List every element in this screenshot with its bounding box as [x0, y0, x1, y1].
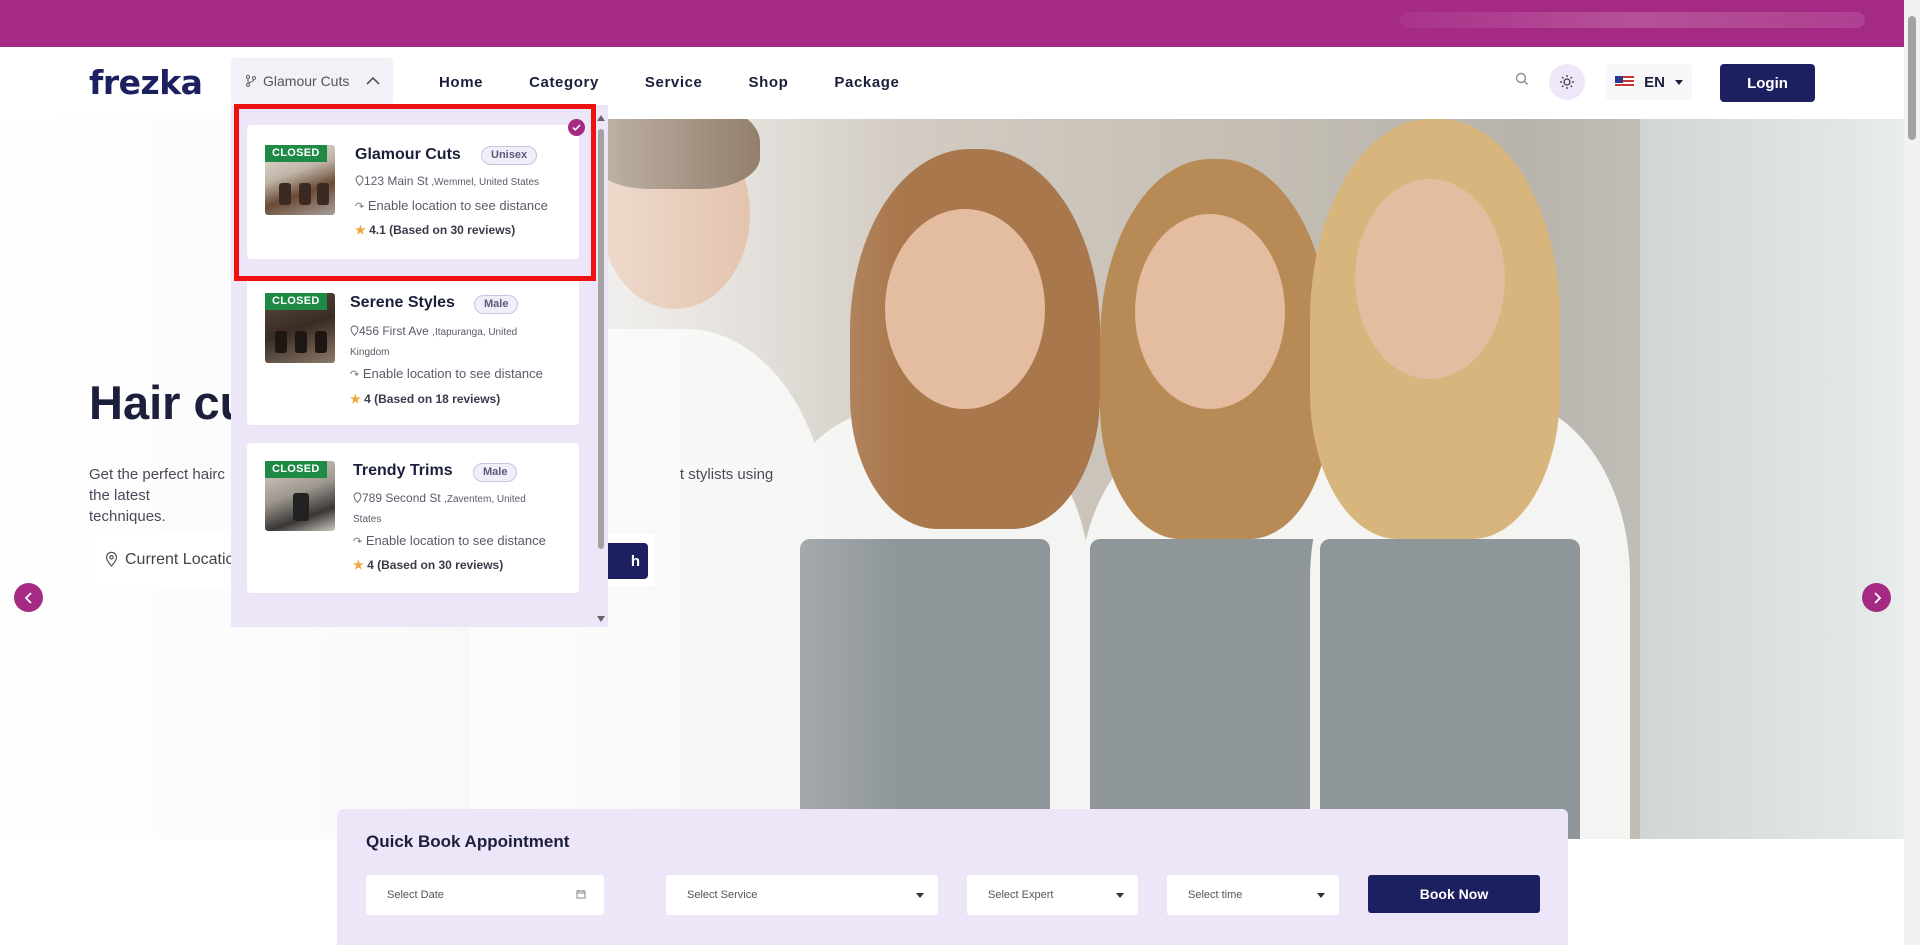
scrollbar-thumb[interactable]	[598, 129, 604, 549]
us-flag-icon	[1615, 76, 1635, 88]
slider-next-button[interactable]	[1862, 583, 1891, 612]
branch-name: Serene Styles	[350, 294, 455, 311]
branch-rating: ★ 4 (Based on 18 reviews)	[350, 392, 500, 406]
top-announcement-bar	[0, 0, 1904, 47]
quick-book-panel: Quick Book Appointment Select Date Selec…	[337, 809, 1568, 945]
page-scrollbar[interactable]	[1904, 0, 1920, 945]
current-location-label: Current Locatic	[125, 551, 234, 568]
nav-service[interactable]: Service	[645, 74, 703, 91]
sun-icon	[1560, 75, 1574, 89]
scroll-up-arrow-icon[interactable]	[597, 115, 605, 121]
caret-down-icon	[1674, 79, 1683, 85]
language-label: EN	[1644, 73, 1665, 91]
logo[interactable]: frezka	[89, 63, 203, 102]
quick-book-title: Quick Book Appointment	[366, 832, 570, 851]
distance-arrow-icon: ↷	[350, 369, 360, 381]
branch-icon	[246, 75, 256, 87]
expert-select[interactable]: Select Expert	[967, 875, 1138, 915]
page-scrollbar-thumb[interactable]	[1908, 16, 1916, 140]
review-count: (Based on 18 reviews)	[374, 392, 501, 406]
login-button[interactable]: Login	[1720, 64, 1815, 102]
closed-badge: CLOSED	[265, 461, 327, 478]
gender-tag: Male	[473, 463, 518, 482]
branch-address: 456 First Ave ,Itapuranga, United Kingdo…	[350, 322, 550, 362]
nav-package[interactable]: Package	[834, 74, 899, 91]
gender-tag: Male	[474, 295, 519, 314]
branch-name: Trendy Trims	[353, 462, 453, 479]
slider-prev-button[interactable]	[14, 583, 43, 612]
map-pin-icon	[353, 492, 362, 504]
nav-category[interactable]: Category	[529, 74, 599, 91]
service-placeholder: Select Service	[687, 889, 758, 901]
map-pin-icon	[105, 551, 118, 567]
rating-value: 4	[367, 558, 374, 572]
hero-subtitle-start: Get the perfect hairc	[89, 466, 225, 483]
branch-distance: ↷ Enable location to see distance	[350, 366, 543, 381]
selection-highlight	[234, 104, 596, 281]
caret-down-icon	[1317, 893, 1325, 898]
nav-home[interactable]: Home	[439, 74, 483, 91]
announcement-ticker	[1400, 12, 1865, 28]
language-selector[interactable]: EN	[1606, 64, 1692, 100]
branch-street: 456 First Ave	[359, 324, 429, 338]
time-select[interactable]: Select time	[1167, 875, 1339, 915]
branch-address: 789 Second St ,Zaventem, United States	[353, 489, 553, 529]
star-icon: ★	[350, 392, 361, 406]
hero-title: Hair cu	[89, 376, 249, 429]
branch-distance: ↷ Enable location to see distance	[353, 533, 546, 548]
caret-down-icon	[1116, 893, 1124, 898]
book-now-button[interactable]: Book Now	[1368, 875, 1540, 913]
hero-subtitle-line2: techniques.	[89, 508, 166, 525]
branch-street: 789 Second St	[362, 491, 441, 505]
distance-arrow-icon: ↷	[353, 536, 363, 548]
distance-text: Enable location to see distance	[365, 533, 546, 548]
branch-selector-label: Glamour Cuts	[263, 73, 350, 89]
date-placeholder: Select Date	[387, 889, 444, 901]
theme-toggle-button[interactable]	[1549, 64, 1585, 100]
main-nav: Home Category Service Shop Package	[439, 74, 900, 91]
caret-down-icon	[916, 893, 924, 898]
chevron-up-icon	[366, 76, 380, 85]
scroll-down-arrow-icon[interactable]	[597, 616, 605, 622]
branch-rating: ★ 4 (Based on 30 reviews)	[353, 558, 503, 572]
time-placeholder: Select time	[1188, 889, 1243, 901]
review-count: (Based on 30 reviews)	[377, 558, 504, 572]
closed-badge: CLOSED	[265, 293, 327, 310]
nav-shop[interactable]: Shop	[749, 74, 789, 91]
branch-card-serene-styles[interactable]: CLOSED Serene Styles Male 456 First Ave …	[247, 278, 579, 425]
chevron-left-icon	[24, 591, 32, 604]
calendar-icon	[576, 890, 586, 899]
service-select[interactable]: Select Service	[666, 875, 938, 915]
date-picker[interactable]: Select Date	[366, 875, 604, 915]
branch-card-trendy-trims[interactable]: CLOSED Trendy Trims Male 789 Second St ,…	[247, 443, 579, 593]
map-pin-icon	[350, 325, 359, 337]
branch-selector[interactable]: Glamour Cuts	[231, 58, 393, 104]
distance-text: Enable location to see distance	[362, 366, 543, 381]
star-icon: ★	[353, 558, 364, 572]
expert-placeholder: Select Expert	[988, 889, 1054, 901]
search-icon[interactable]	[1514, 71, 1534, 91]
dropdown-scrollbar[interactable]	[596, 113, 606, 629]
rating-value: 4	[364, 392, 371, 406]
chevron-right-icon	[1873, 591, 1881, 604]
